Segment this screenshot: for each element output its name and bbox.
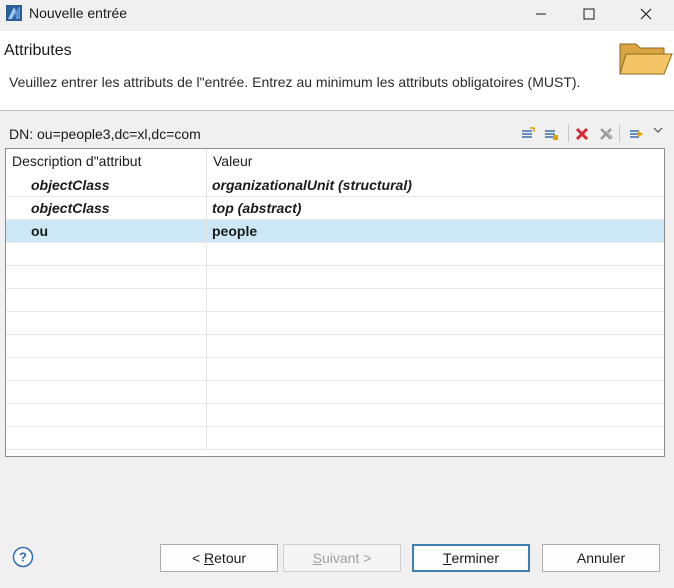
help-icon[interactable]: ?	[12, 546, 34, 568]
svg-text:?: ?	[19, 550, 27, 565]
page-description: Veuillez entrer les attributs de l"entré…	[9, 74, 581, 90]
back-button-mnemonic: R	[204, 550, 215, 566]
empty-row	[6, 266, 664, 289]
page-title: Attributes	[4, 42, 72, 59]
delete-all-icon[interactable]	[596, 124, 616, 144]
toolbar-separator	[568, 124, 569, 142]
folder-icon	[616, 34, 674, 80]
title-bar: Nouvelle entrée	[0, 0, 674, 27]
value-cell: top (abstract)	[206, 197, 664, 219]
table-row-selected[interactable]: ou people	[6, 220, 664, 243]
chevron-down-icon[interactable]	[648, 120, 668, 140]
back-button-label: etour	[214, 550, 247, 566]
finish-button-mnemonic: T	[442, 550, 452, 566]
value-cell: organizationalUnit (structural)	[206, 174, 664, 196]
toolbar-separator	[619, 124, 620, 142]
back-button-prefix: <	[191, 550, 205, 566]
window-title: Nouvelle entrée	[29, 5, 128, 21]
new-attribute-icon[interactable]	[518, 124, 538, 144]
empty-row	[6, 243, 664, 266]
next-button-label: uivant >	[321, 550, 372, 566]
dn-label: DN: ou=people3,dc=xl,dc=com	[9, 126, 201, 142]
empty-row	[6, 312, 664, 335]
empty-row	[6, 381, 664, 404]
back-button[interactable]: < Retour	[160, 544, 278, 572]
column-header-value[interactable]: Valeur	[206, 149, 664, 174]
attributes-table[interactable]: Description d"attribut Valeur objectClas…	[5, 148, 665, 457]
column-header-attribute[interactable]: Description d"attribut	[6, 149, 206, 174]
cancel-button[interactable]: Annuler	[542, 544, 660, 572]
empty-row	[6, 335, 664, 358]
delete-icon[interactable]	[572, 124, 592, 144]
empty-row	[6, 358, 664, 381]
maximize-button[interactable]	[565, 0, 613, 27]
close-button[interactable]	[622, 0, 670, 27]
table-row[interactable]: objectClass organizationalUnit (structur…	[6, 174, 664, 197]
table-row[interactable]: objectClass top (abstract)	[6, 197, 664, 220]
wizard-header: Attributes Veuillez entrer les attributs…	[0, 31, 674, 110]
options-icon[interactable]	[626, 124, 646, 144]
finish-button[interactable]: Terminer	[412, 544, 530, 572]
empty-row	[6, 289, 664, 312]
app-icon	[5, 4, 23, 22]
attribute-cell: ou	[31, 223, 49, 239]
value-cell: people	[206, 220, 664, 242]
next-button[interactable]: Suivant >	[283, 544, 401, 572]
attribute-cell: objectClass	[31, 200, 110, 216]
next-button-mnemonic: S	[312, 550, 322, 566]
finish-button-label: erminer	[451, 550, 500, 566]
minimize-button[interactable]	[517, 0, 565, 27]
attribute-cell: objectClass	[31, 177, 110, 193]
header-divider	[0, 110, 674, 111]
empty-row	[6, 404, 664, 427]
new-value-icon[interactable]	[541, 124, 561, 144]
empty-row	[6, 427, 664, 450]
